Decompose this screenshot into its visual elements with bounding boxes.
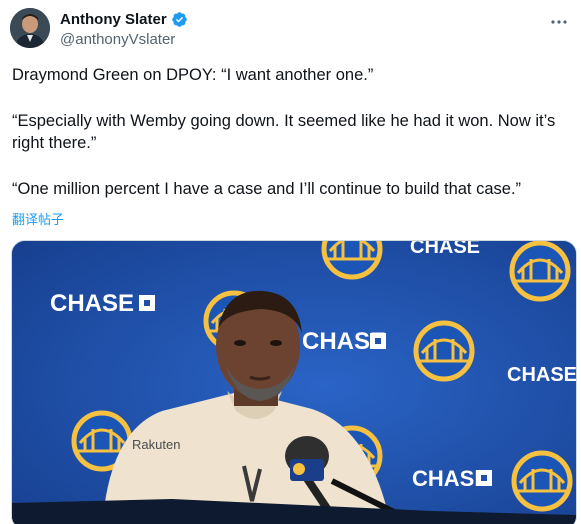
tweet-media-photo[interactable]: CHASE CHASE CHASE CHASE CHASE Rakuten xyxy=(11,240,577,524)
tweet-paragraph: “One million percent I have a case and I… xyxy=(12,180,522,198)
name-row: Anthony Slater xyxy=(60,10,188,28)
author-display-name[interactable]: Anthony Slater xyxy=(60,11,167,28)
author-avatar[interactable] xyxy=(10,8,50,48)
tweet-paragraph: Draymond Green on DPOY: “I want another … xyxy=(12,66,374,84)
svg-text:CHASE: CHASE xyxy=(507,364,577,386)
tweet-card: Anthony Slater @anthonyVslater Draymond … xyxy=(0,0,581,524)
tweet-paragraph: “Especially with Wemby going down. It se… xyxy=(12,112,556,152)
tweet-text: Draymond Green on DPOY: “I want another … xyxy=(12,64,572,200)
author-block: Anthony Slater @anthonyVslater xyxy=(60,10,188,48)
author-handle[interactable]: @anthonyVslater xyxy=(60,31,188,48)
shirt-brand-text: Rakuten xyxy=(132,437,180,452)
svg-text:CHASE: CHASE xyxy=(50,290,134,317)
verified-badge-icon[interactable] xyxy=(171,11,188,28)
more-options-icon[interactable] xyxy=(549,12,569,32)
translate-post-link[interactable]: 翻译帖子 xyxy=(12,209,64,228)
svg-text:CHASE: CHASE xyxy=(410,241,480,258)
